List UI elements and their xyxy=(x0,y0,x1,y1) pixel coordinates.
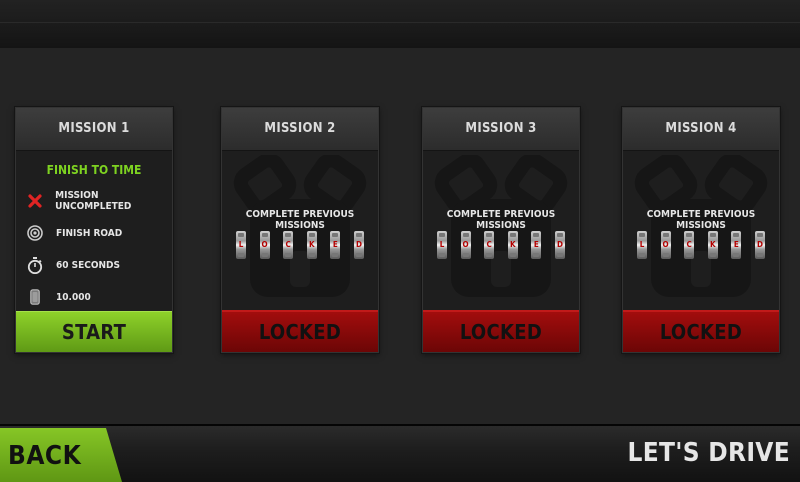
locked-message: COMPLETE PREVIOUS MISSIONS xyxy=(646,209,756,231)
lock-dial: E xyxy=(531,231,542,259)
time-text: 60 SECONDS xyxy=(56,259,121,271)
lock-dial: L xyxy=(437,231,447,259)
lock-dial: C xyxy=(484,231,495,259)
mission-details: FINISH TO TIME MISSION UNCOMPLETED FINIS… xyxy=(16,163,172,323)
mission-title: MISSION 2 xyxy=(222,108,378,151)
lock-dial: K xyxy=(306,231,317,259)
mission-details: COMPLETE PREVIOUS MISSIONS L O C K E D xyxy=(623,151,779,311)
combination-lock: L O C K E D xyxy=(236,231,364,259)
target-icon xyxy=(26,224,44,242)
combination-lock: L O C K E D xyxy=(437,231,565,259)
lock-dial: E xyxy=(731,231,742,259)
reward-text: 10.000 xyxy=(56,291,91,303)
lock-dial: E xyxy=(330,231,341,259)
missions-panel: MISSION 1 FINISH TO TIME MISSION UNCOMPL… xyxy=(0,48,800,425)
mission-title: MISSION 1 xyxy=(16,108,172,151)
locked-button[interactable]: LOCKED xyxy=(623,310,779,352)
locked-button[interactable]: LOCKED xyxy=(222,310,378,352)
time-row: 60 SECONDS xyxy=(16,249,172,281)
top-bar xyxy=(0,0,800,49)
locked-message: COMPLETE PREVIOUS MISSIONS xyxy=(245,209,355,231)
lock-dial: L xyxy=(637,231,647,259)
mission-card-2: MISSION 2 COMPLETE PREVIOUS MISSIONS L O… xyxy=(221,107,379,353)
lock-dial: D xyxy=(554,231,565,259)
lock-dial: C xyxy=(684,231,695,259)
combination-lock: L O C K E D xyxy=(637,231,765,259)
lock-dial: K xyxy=(507,231,518,259)
mission-card-3: MISSION 3 COMPLETE PREVIOUS MISSIONS L O… xyxy=(422,107,580,353)
mission-title: MISSION 3 xyxy=(423,108,579,151)
locked-message: COMPLETE PREVIOUS MISSIONS xyxy=(446,209,556,231)
lock-dial: D xyxy=(353,231,364,259)
locked-button[interactable]: LOCKED xyxy=(423,310,579,352)
lock-dial: O xyxy=(660,231,671,259)
bottom-nav-bar: BACK LET'S DRIVE xyxy=(0,424,800,482)
mission-details: COMPLETE PREVIOUS MISSIONS L O C K E D xyxy=(222,151,378,311)
x-icon xyxy=(26,192,43,210)
coin-icon xyxy=(26,288,44,306)
mission-details: COMPLETE PREVIOUS MISSIONS L O C K E D xyxy=(423,151,579,311)
stopwatch-icon xyxy=(26,256,44,274)
mission-objective: FINISH TO TIME xyxy=(46,163,142,177)
mission-title: MISSION 4 xyxy=(623,108,779,151)
lock-dial: C xyxy=(283,231,294,259)
lock-dial: K xyxy=(707,231,718,259)
mission-card-1: MISSION 1 FINISH TO TIME MISSION UNCOMPL… xyxy=(15,107,173,353)
lock-dial: L xyxy=(236,231,246,259)
status-text: MISSION UNCOMPLETED xyxy=(55,190,132,212)
status-row: MISSION UNCOMPLETED xyxy=(16,185,172,217)
start-mission-button[interactable]: START MISSION xyxy=(16,311,172,352)
goal-text: FINISH ROAD xyxy=(56,227,123,239)
lock-dial: O xyxy=(460,231,471,259)
back-label: BACK xyxy=(8,441,82,471)
reward-row: 10.000 xyxy=(16,281,172,313)
back-button[interactable]: BACK xyxy=(0,428,122,482)
mission-card-4: MISSION 4 COMPLETE PREVIOUS MISSIONS L O… xyxy=(622,107,780,353)
lock-dial: D xyxy=(754,231,765,259)
lock-dial: O xyxy=(259,231,270,259)
goal-row: FINISH ROAD xyxy=(16,217,172,249)
lets-drive-button[interactable]: LET'S DRIVE xyxy=(627,438,790,468)
